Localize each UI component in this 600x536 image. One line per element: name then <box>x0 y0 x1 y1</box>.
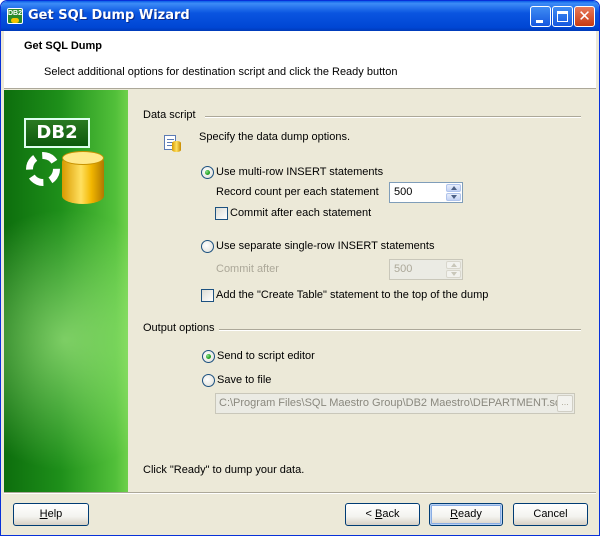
wizard-window: DB2 Get SQL Dump Wizard ✕ Get SQL Dump S… <box>0 0 600 536</box>
minimize-button[interactable] <box>530 6 551 27</box>
spin-down-icon[interactable] <box>446 193 461 201</box>
commit-after-label: Commit after <box>216 263 279 275</box>
page-title: Get SQL Dump <box>24 40 103 52</box>
commit-each-label[interactable]: Commit after each statement <box>230 207 371 219</box>
send-to-editor-radio[interactable] <box>202 350 215 363</box>
ready-hint: Click "Ready" to dump your data. <box>143 464 305 476</box>
spin-down-icon[interactable] <box>446 270 461 278</box>
spin-up-icon[interactable] <box>446 184 461 192</box>
single-row-label[interactable]: Use separate single-row INSERT statement… <box>216 240 434 252</box>
send-to-editor-label[interactable]: Send to script editor <box>217 350 315 362</box>
ready-button[interactable]: Ready <box>429 503 503 526</box>
commit-after-value[interactable]: 500 <box>394 263 412 275</box>
back-button[interactable]: < Back <box>345 503 420 526</box>
record-count-label: Record count per each statement <box>216 186 379 198</box>
wizard-header: Get SQL Dump Select additional options f… <box>4 31 596 89</box>
wizard-content: Data script Specify the data dump option… <box>129 90 597 492</box>
multi-row-radio[interactable] <box>201 166 214 179</box>
save-to-file-label[interactable]: Save to file <box>217 374 271 386</box>
title-bar[interactable]: DB2 Get SQL Dump Wizard ✕ <box>1 1 599 31</box>
group-divider <box>205 116 581 118</box>
data-script-description: Specify the data dump options. <box>199 131 351 143</box>
dump-options-icon <box>161 131 183 153</box>
db2-app-icon: DB2 <box>7 8 23 24</box>
commit-each-checkbox[interactable] <box>215 207 228 220</box>
page-subtitle: Select additional options for destinatio… <box>44 66 398 78</box>
single-row-radio[interactable] <box>201 240 214 253</box>
db2-logo-text: DB2 <box>24 118 90 148</box>
record-count-stepper[interactable]: 500 <box>389 182 463 203</box>
footer-divider <box>4 492 596 494</box>
create-table-checkbox[interactable] <box>201 289 214 302</box>
spin-up-icon[interactable] <box>446 261 461 269</box>
data-script-group-label: Data script <box>143 109 196 121</box>
cancel-button[interactable]: Cancel <box>513 503 588 526</box>
multi-row-label[interactable]: Use multi-row INSERT statements <box>216 166 383 178</box>
record-count-value[interactable]: 500 <box>394 186 412 198</box>
output-options-group-label: Output options <box>143 322 215 334</box>
close-button[interactable]: ✕ <box>574 6 595 27</box>
window-title: Get SQL Dump Wizard <box>28 8 190 23</box>
db2-logo-icon: DB2 <box>24 118 106 206</box>
commit-after-stepper[interactable]: 500 <box>389 259 463 280</box>
file-path-field[interactable]: C:\Program Files\SQL Maestro Group\DB2 M… <box>215 393 575 414</box>
maximize-icon <box>557 11 568 22</box>
browse-button[interactable]: ... <box>557 395 573 412</box>
file-path-value[interactable]: C:\Program Files\SQL Maestro Group\DB2 M… <box>219 397 564 409</box>
gear-icon <box>26 152 60 186</box>
side-banner: DB2 <box>4 90 128 492</box>
save-to-file-radio[interactable] <box>202 374 215 387</box>
group-divider <box>219 329 581 331</box>
close-icon: ✕ <box>578 7 591 25</box>
help-button[interactable]: Help <box>13 503 89 526</box>
create-table-label[interactable]: Add the "Create Table" statement to the … <box>216 289 488 301</box>
maximize-button[interactable] <box>552 6 573 27</box>
minimize-icon <box>536 20 543 23</box>
